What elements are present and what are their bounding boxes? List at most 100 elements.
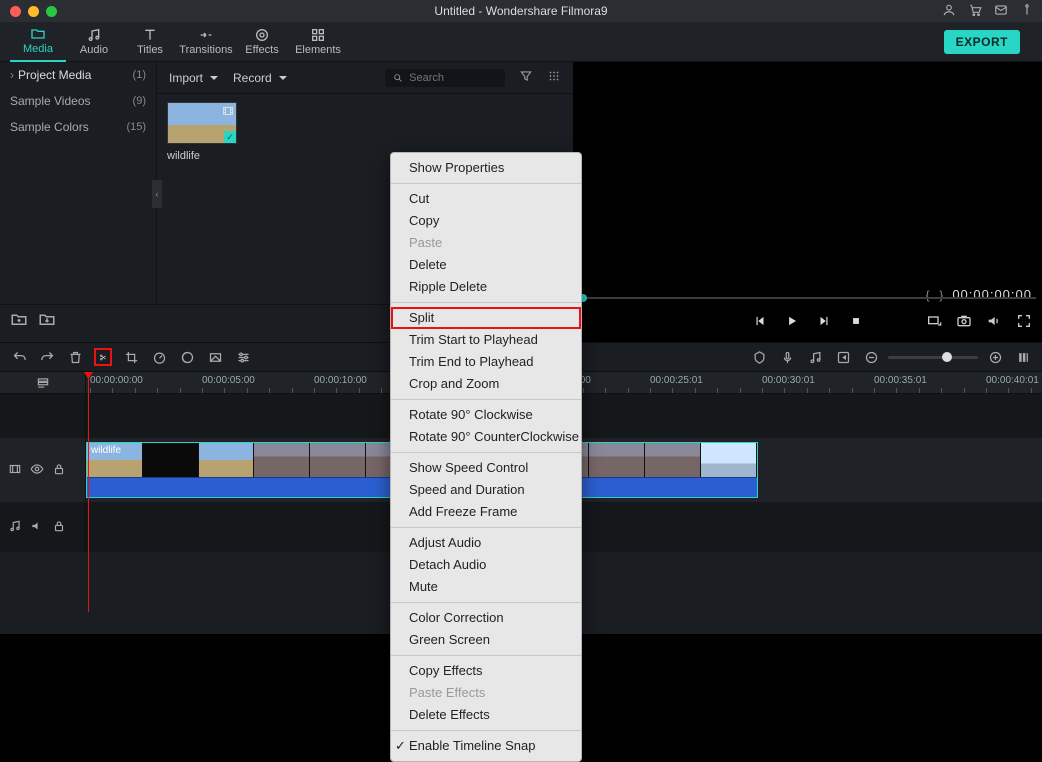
menu-item-trim-start-to-playhead[interactable]: Trim Start to Playhead (391, 329, 581, 351)
grid-view-icon[interactable] (547, 69, 561, 86)
marker-icon[interactable] (750, 348, 768, 366)
volume-icon[interactable] (986, 313, 1002, 332)
sidebar-item-sample-colors[interactable]: Sample Colors (15) (0, 114, 156, 140)
timeline-context-menu[interactable]: Show Properties CutCopyPasteDeleteRipple … (390, 152, 582, 762)
menu-item-show-properties[interactable]: Show Properties (391, 157, 581, 179)
search-input[interactable] (385, 69, 505, 87)
adjust-icon[interactable] (234, 348, 252, 366)
menu-item-color-correction[interactable]: Color Correction (391, 607, 581, 629)
mail-icon[interactable] (994, 3, 1008, 20)
media-clip[interactable]: ✓ wildlife (167, 102, 237, 162)
audio-track-head[interactable] (0, 502, 86, 552)
tab-label: Audio (80, 44, 108, 56)
cart-icon[interactable] (968, 3, 982, 20)
color-icon[interactable] (178, 348, 196, 366)
menu-separator (391, 452, 581, 453)
track-manager-icon[interactable] (0, 372, 86, 393)
menu-item-green-screen[interactable]: Green Screen (391, 629, 581, 651)
search-field[interactable] (409, 72, 497, 84)
export-button[interactable]: EXPORT (944, 30, 1020, 54)
menu-item-detach-audio[interactable]: Detach Audio (391, 554, 581, 576)
greenscreen-icon[interactable] (206, 348, 224, 366)
menu-item-add-freeze-frame[interactable]: Add Freeze Frame (391, 501, 581, 523)
clip-name: wildlife (167, 150, 237, 162)
menu-item-trim-end-to-playhead[interactable]: Trim End to Playhead (391, 351, 581, 373)
playhead[interactable] (88, 372, 89, 612)
crop-icon[interactable] (122, 348, 140, 366)
voiceover-icon[interactable] (778, 348, 796, 366)
menu-item-enable-timeline-snap[interactable]: Enable Timeline Snap (391, 735, 581, 757)
tab-effects[interactable]: Effects (234, 22, 290, 62)
filter-icon[interactable] (519, 69, 533, 86)
menu-item-split[interactable]: Split (391, 307, 581, 329)
redo-icon[interactable] (38, 348, 56, 366)
menu-item-rotate-90-clockwise[interactable]: Rotate 90° Clockwise (391, 404, 581, 426)
preview-viewport[interactable] (579, 66, 1036, 282)
tab-label: Titles (137, 44, 163, 56)
next-frame-button[interactable] (817, 314, 831, 331)
tab-label: Transitions (179, 44, 232, 56)
delete-icon[interactable] (66, 348, 84, 366)
undo-icon[interactable] (10, 348, 28, 366)
tab-media[interactable]: Media (10, 22, 66, 62)
sidebar-item-sample-videos[interactable]: Sample Videos (9) (0, 88, 156, 114)
fullscreen-icon[interactable] (1016, 313, 1032, 332)
add-marker-icon[interactable] (834, 348, 852, 366)
play-button[interactable] (785, 314, 799, 331)
tab-label: Media (23, 43, 53, 55)
menu-item-show-speed-control[interactable]: Show Speed Control (391, 457, 581, 479)
render-preview-icon[interactable] (926, 313, 942, 332)
menu-separator (391, 399, 581, 400)
zoom-handle[interactable] (942, 352, 952, 362)
tab-label: Effects (245, 44, 278, 56)
tab-transitions[interactable]: Transitions (178, 22, 234, 62)
user-icon[interactable] (942, 3, 956, 20)
new-folder-icon[interactable] (10, 310, 28, 331)
menu-item-rotate-90-counterclockwise[interactable]: Rotate 90° CounterClockwise (391, 426, 581, 448)
timeline-zoom[interactable] (862, 348, 1004, 366)
video-track-head[interactable] (0, 438, 86, 502)
menu-item-adjust-audio[interactable]: Adjust Audio (391, 532, 581, 554)
import-folder-icon[interactable] (38, 310, 56, 331)
timeline-layout-icon[interactable] (1014, 348, 1032, 366)
snapshot-icon[interactable] (956, 313, 972, 332)
ruler-mark: 00:00:25:01 (650, 375, 703, 386)
menu-item-mute[interactable]: Mute (391, 576, 581, 598)
tab-titles[interactable]: Titles (122, 22, 178, 62)
menu-separator (391, 302, 581, 303)
ruler-mark: 00:00:40:01 (986, 375, 1039, 386)
prev-frame-button[interactable] (753, 314, 767, 331)
menu-item-cut[interactable]: Cut (391, 188, 581, 210)
menu-item-delete-effects[interactable]: Delete Effects (391, 704, 581, 726)
sidebar-collapse[interactable]: ‹ (152, 180, 162, 208)
eye-icon[interactable] (30, 462, 44, 479)
clip-thumbnail[interactable]: ✓ (167, 102, 237, 144)
menu-item-copy-effects[interactable]: Copy Effects (391, 660, 581, 682)
import-dropdown[interactable]: Import (169, 71, 219, 85)
mixer-icon[interactable] (806, 348, 824, 366)
menu-item-speed-and-duration[interactable]: Speed and Duration (391, 479, 581, 501)
menu-separator (391, 183, 581, 184)
split-scissors-icon[interactable] (94, 348, 112, 366)
menu-separator (391, 655, 581, 656)
preview-pane: { } 00:00:00:00 (573, 62, 1042, 342)
lock-icon[interactable] (52, 519, 66, 536)
zoom-out-icon[interactable] (862, 348, 880, 366)
lock-icon[interactable] (52, 462, 66, 479)
notify-icon[interactable] (1020, 3, 1034, 20)
speed-icon[interactable] (150, 348, 168, 366)
tab-elements[interactable]: Elements (290, 22, 346, 62)
sidebar-item-project-media[interactable]: ›Project Media (1) (0, 62, 156, 88)
menu-item-crop-and-zoom[interactable]: Crop and Zoom (391, 373, 581, 395)
menu-item-copy[interactable]: Copy (391, 210, 581, 232)
menu-item-delete[interactable]: Delete (391, 254, 581, 276)
zoom-in-icon[interactable] (986, 348, 1004, 366)
stop-button[interactable] (849, 314, 863, 331)
tab-audio[interactable]: Audio (66, 22, 122, 62)
record-dropdown[interactable]: Record (233, 71, 288, 85)
menu-item-paste: Paste (391, 232, 581, 254)
preview-scrubber[interactable] (579, 294, 1036, 302)
ruler-mark: 00:00:10:00 (314, 375, 367, 386)
speaker-icon[interactable] (30, 519, 44, 536)
menu-item-ripple-delete[interactable]: Ripple Delete (391, 276, 581, 298)
